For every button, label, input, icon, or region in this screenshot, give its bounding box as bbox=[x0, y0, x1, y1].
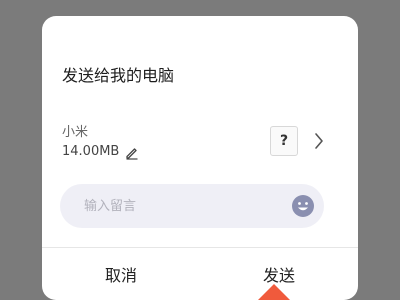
message-input[interactable] bbox=[82, 197, 286, 215]
message-field[interactable] bbox=[60, 184, 324, 228]
tap-indicator-arrow bbox=[258, 284, 290, 300]
pencil-icon[interactable] bbox=[125, 145, 139, 160]
smiley-icon[interactable] bbox=[292, 195, 314, 217]
file-name: 小米 bbox=[62, 125, 89, 140]
file-size-row: 14.00MB bbox=[62, 144, 139, 160]
cancel-button[interactable]: 取消 bbox=[42, 248, 200, 300]
screen-backdrop: 发送给我的电脑 小米 14.00MB ? 输入留言 取消 发送 bbox=[0, 0, 400, 300]
dialog-title: 发送给我的电脑 bbox=[62, 66, 175, 85]
file-thumbnail[interactable]: ? bbox=[270, 126, 298, 156]
send-to-computer-dialog: 发送给我的电脑 小米 14.00MB ? 输入留言 取消 发送 bbox=[42, 16, 358, 300]
file-size: 14.00MB bbox=[62, 144, 120, 159]
chevron-right-icon[interactable] bbox=[312, 131, 326, 151]
